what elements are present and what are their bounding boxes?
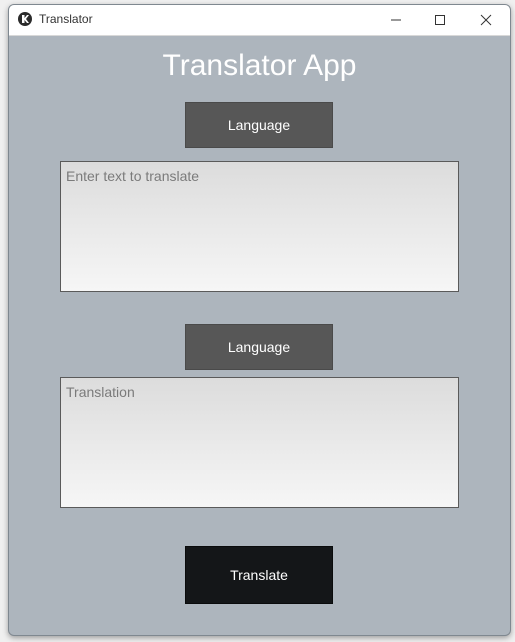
source-text-input[interactable]: Enter text to translate — [60, 161, 459, 292]
close-icon — [480, 14, 492, 26]
page-title: Translator App — [162, 49, 357, 82]
close-button[interactable] — [463, 5, 509, 35]
target-language-button[interactable]: Language — [185, 324, 333, 370]
window-title: Translator — [39, 12, 93, 26]
source-text-placeholder: Enter text to translate — [66, 168, 200, 184]
app-icon — [18, 12, 32, 26]
minimize-button[interactable] — [373, 5, 419, 35]
minimize-icon — [391, 19, 401, 21]
translation-placeholder: Translation — [66, 384, 135, 400]
title-bar: Translator — [9, 5, 510, 36]
source-language-button[interactable]: Language — [185, 102, 333, 148]
app-window: Translator Translator App Language Enter… — [8, 4, 511, 636]
maximize-button[interactable] — [417, 5, 463, 35]
translate-button[interactable]: Translate — [185, 546, 333, 604]
translation-output[interactable]: Translation — [60, 377, 459, 508]
maximize-icon — [435, 15, 445, 25]
app-content: Translator App Language Enter text to tr… — [9, 36, 510, 635]
